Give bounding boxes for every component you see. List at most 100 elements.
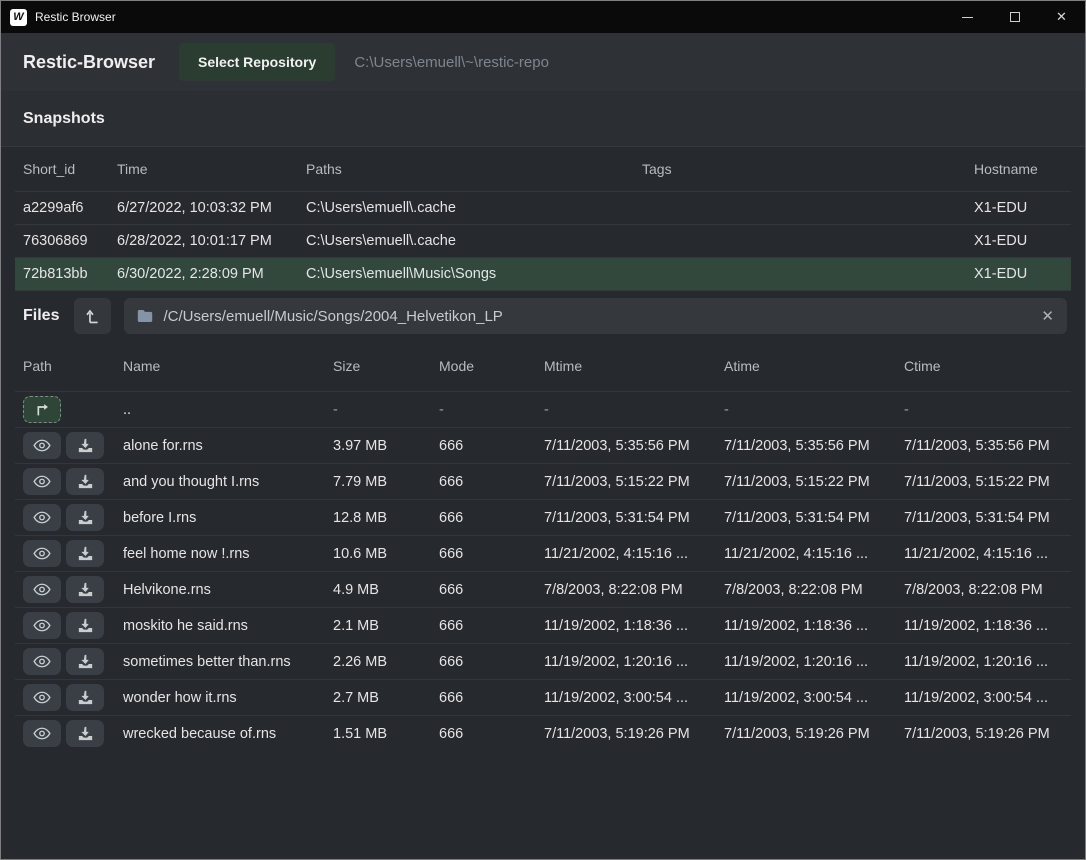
file-atime: 7/11/2003, 5:35:56 PM [716,438,896,454]
download-file-button[interactable] [66,468,104,495]
download-file-button[interactable] [66,648,104,675]
file-mtime: - [536,402,716,418]
preview-file-button[interactable] [23,432,61,459]
file-mtime: 7/11/2003, 5:35:56 PM [536,438,716,454]
window-controls: ✕ [944,1,1085,33]
download-icon [78,654,93,669]
maximize-button[interactable] [991,1,1038,33]
snapshot-short-id: 76306869 [15,233,109,249]
preview-file-button[interactable] [23,684,61,711]
file-size: 4.9 MB [325,582,431,598]
column-header-mode[interactable]: Mode [431,358,536,374]
preview-file-button[interactable] [23,612,61,639]
file-mode: 666 [431,510,536,526]
file-ctime: 7/11/2003, 5:19:26 PM [896,726,1071,742]
files-heading: Files [23,307,59,325]
file-mode: 666 [431,654,536,670]
download-icon [78,474,93,489]
file-ctime: 7/11/2003, 5:31:54 PM [896,510,1071,526]
column-header-size[interactable]: Size [325,358,431,374]
files-table: Path Name Size Mode Mtime Atime Ctime .. [15,341,1071,751]
file-ctime: 11/19/2002, 3:00:54 ... [896,690,1071,706]
file-atime: 11/19/2002, 1:18:36 ... [716,618,896,634]
file-name: .. [115,402,325,418]
file-mtime: 11/21/2002, 4:15:16 ... [536,546,716,562]
file-atime: 11/19/2002, 3:00:54 ... [716,690,896,706]
download-file-button[interactable] [66,684,104,711]
column-header-atime[interactable]: Atime [716,358,896,374]
current-path-input[interactable]: /C/Users/emuell/Music/Songs/2004_Helveti… [124,298,1067,334]
file-mode: 666 [431,474,536,490]
download-file-button[interactable] [66,576,104,603]
minimize-button[interactable] [944,1,991,33]
snapshot-hostname: X1-EDU [966,200,1071,216]
snapshot-hostname: X1-EDU [966,266,1071,282]
download-icon [78,510,93,525]
clear-path-button[interactable]: ✕ [1041,307,1054,325]
snapshot-paths: C:\Users\emuell\Music\Songs [298,266,634,282]
file-atime: - [716,402,896,418]
file-name: wrecked because of.rns [115,726,325,742]
column-header-ctime[interactable]: Ctime [896,358,1071,374]
close-button[interactable]: ✕ [1038,1,1085,33]
column-header-short-id[interactable]: Short_id [15,161,109,177]
download-icon [78,438,93,453]
file-ctime: 11/19/2002, 1:18:36 ... [896,618,1071,634]
file-row: sometimes better than.rns 2.26 MB 666 11… [15,643,1071,679]
snapshots-table-header: Short_id Time Paths Tags Hostname [15,147,1071,191]
preview-file-button[interactable] [23,576,61,603]
column-header-tags[interactable]: Tags [634,161,966,177]
download-file-button[interactable] [66,432,104,459]
column-header-hostname[interactable]: Hostname [966,161,1071,177]
download-file-button[interactable] [66,504,104,531]
file-mode: 666 [431,582,536,598]
close-icon: ✕ [1056,9,1067,25]
download-file-button[interactable] [66,612,104,639]
file-name: and you thought I.rns [115,474,325,490]
goto-root-button[interactable] [74,298,111,334]
snapshot-row[interactable]: a2299af6 6/27/2022, 10:03:32 PM C:\Users… [15,191,1071,224]
app-title: Restic-Browser [23,52,155,73]
eye-icon [33,691,51,704]
file-name: wonder how it.rns [115,690,325,706]
files-table-header: Path Name Size Mode Mtime Atime Ctime [15,341,1071,391]
eye-icon [33,655,51,668]
snapshot-row-selected[interactable]: 72b813bb 6/30/2022, 2:28:09 PM C:\Users\… [15,257,1071,290]
window-title: Restic Browser [35,10,116,24]
preview-file-button[interactable] [23,468,61,495]
column-header-mtime[interactable]: Mtime [536,358,716,374]
file-atime: 7/11/2003, 5:15:22 PM [716,474,896,490]
titlebar-left: W Restic Browser [1,9,116,26]
clear-icon: ✕ [1041,308,1054,325]
file-mtime: 7/8/2003, 8:22:08 PM [536,582,716,598]
column-header-time[interactable]: Time [109,161,298,177]
preview-file-button[interactable] [23,720,61,747]
column-header-paths[interactable]: Paths [298,161,634,177]
download-file-button[interactable] [66,720,104,747]
titlebar[interactable]: W Restic Browser ✕ [1,1,1085,33]
column-header-name[interactable]: Name [115,358,325,374]
wails-logo-icon: W [10,9,27,26]
snapshot-short-id: 72b813bb [15,266,109,282]
select-repository-button[interactable]: Select Repository [179,43,335,81]
file-row: wonder how it.rns 2.7 MB 666 11/19/2002,… [15,679,1071,715]
root-arrow-icon [84,308,101,325]
file-size: 3.97 MB [325,438,431,454]
parent-directory-button[interactable] [23,396,61,423]
snapshot-row[interactable]: 76306869 6/28/2022, 10:01:17 PM C:\Users… [15,224,1071,257]
snapshots-table: Short_id Time Paths Tags Hostname a2299a… [15,147,1071,290]
preview-file-button[interactable] [23,504,61,531]
app-header: Restic-Browser Select Repository C:\User… [1,33,1085,91]
file-ctime: 11/19/2002, 1:20:16 ... [896,654,1071,670]
preview-file-button[interactable] [23,540,61,567]
download-file-button[interactable] [66,540,104,567]
file-row: alone for.rns 3.97 MB 666 7/11/2003, 5:3… [15,427,1071,463]
column-header-path[interactable]: Path [15,358,115,374]
file-ctime: 11/21/2002, 4:15:16 ... [896,546,1071,562]
file-atime: 7/8/2003, 8:22:08 PM [716,582,896,598]
file-name: alone for.rns [115,438,325,454]
file-size: 7.79 MB [325,474,431,490]
file-mode: 666 [431,690,536,706]
file-mtime: 7/11/2003, 5:19:26 PM [536,726,716,742]
preview-file-button[interactable] [23,648,61,675]
